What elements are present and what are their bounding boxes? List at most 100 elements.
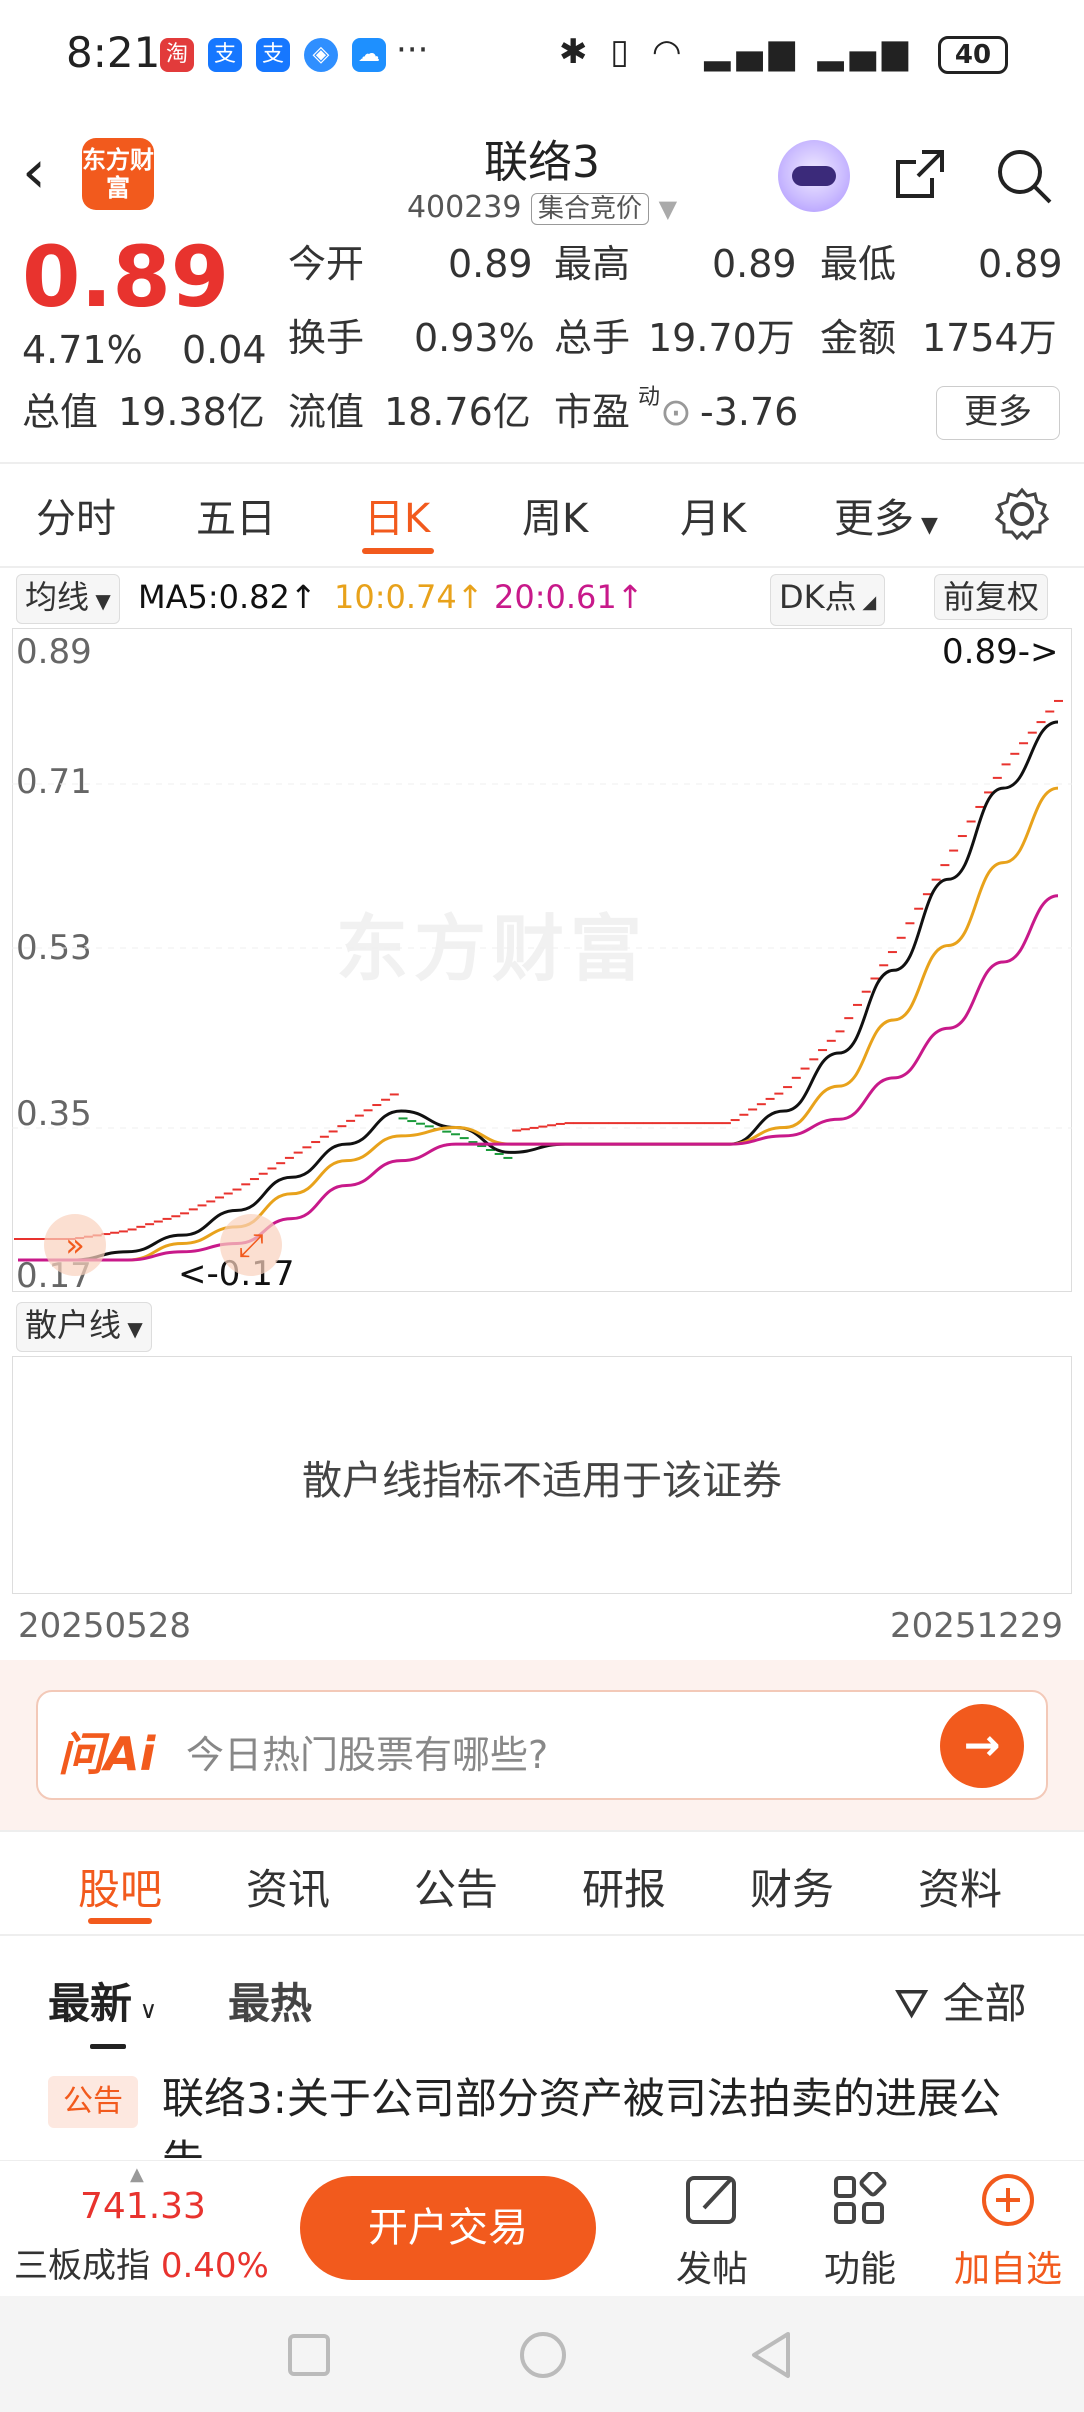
index-value[interactable]: 741.33 bbox=[80, 2186, 206, 2227]
price-tick bbox=[372, 1104, 382, 1107]
price-tick bbox=[940, 864, 950, 867]
price-tick bbox=[573, 1122, 583, 1125]
open-account-trade-button[interactable]: 开户交易 bbox=[300, 2176, 596, 2280]
functions-button[interactable]: 功能 bbox=[800, 2169, 920, 2292]
price-tick bbox=[608, 1122, 618, 1125]
index-name[interactable]: 三板成指 0.40% bbox=[14, 2238, 269, 2287]
expand-icon[interactable]: ⤢ bbox=[220, 1214, 282, 1276]
tab-finance[interactable]: 财务 bbox=[750, 1856, 834, 1917]
post-button[interactable]: 发帖 bbox=[652, 2172, 772, 2292]
tab-announcements[interactable]: 公告 bbox=[414, 1856, 498, 1917]
price-tick bbox=[651, 1122, 661, 1125]
tab-research[interactable]: 研报 bbox=[582, 1856, 666, 1917]
ma10-value: 10:0.74↑ bbox=[334, 578, 484, 616]
price-tick bbox=[721, 1122, 731, 1125]
sort-latest[interactable]: 最新 ∨ bbox=[48, 1970, 157, 2031]
price-tick bbox=[258, 1172, 268, 1175]
tab-more[interactable]: 更多 ▼ bbox=[834, 486, 938, 544]
search-icon[interactable] bbox=[994, 146, 1054, 206]
price-tick bbox=[582, 1122, 592, 1125]
collapse-icon[interactable]: » bbox=[44, 1214, 106, 1276]
feed-item-title[interactable]: 联络3:关于公司部分资产被司法拍卖的进展公告 bbox=[162, 2068, 1042, 2158]
ai-submit-arrow-icon[interactable]: → bbox=[940, 1704, 1024, 1788]
retail-line-selector[interactable]: 散户线 ▼ bbox=[16, 1302, 152, 1352]
active-tab-indicator bbox=[88, 1918, 152, 1924]
gear-icon[interactable] bbox=[994, 486, 1050, 542]
divider bbox=[0, 462, 1084, 464]
stock-code: 400239 bbox=[406, 190, 522, 225]
more-notifications-icon: ··· bbox=[396, 30, 429, 70]
amount-label: 金额 bbox=[820, 316, 897, 360]
price-tick bbox=[765, 1097, 775, 1100]
price-tick bbox=[861, 990, 871, 993]
tab-intraday[interactable]: 分时 bbox=[36, 486, 116, 544]
share-icon[interactable] bbox=[892, 146, 948, 202]
grid-icon bbox=[834, 2169, 887, 2224]
price-tick bbox=[791, 1076, 801, 1079]
float-value: 18.76亿 bbox=[384, 390, 531, 434]
ai-input-placeholder[interactable]: 今日热门股票有哪些? bbox=[186, 1724, 548, 1779]
price-tick bbox=[520, 1128, 530, 1131]
price-tick bbox=[634, 1122, 644, 1125]
price-tick bbox=[293, 1151, 303, 1154]
price-tick bbox=[241, 1183, 251, 1186]
price-tick bbox=[459, 1137, 469, 1140]
price-tick bbox=[529, 1126, 539, 1129]
alipay-icon: 支 bbox=[208, 38, 242, 72]
ma-line-ma10 bbox=[17, 786, 1059, 1262]
price-tick bbox=[118, 1230, 128, 1233]
tab-guba[interactable]: 股吧 bbox=[78, 1856, 162, 1917]
tab-five-day[interactable]: 五日 bbox=[196, 486, 276, 544]
amount-value: 1754万 bbox=[922, 316, 1057, 360]
battery-icon: 40 bbox=[938, 36, 1008, 74]
low-label: 最低 bbox=[820, 242, 897, 286]
plus-circle-icon bbox=[982, 2174, 1034, 2226]
price-tick bbox=[188, 1208, 198, 1211]
browser-icon: ◈ bbox=[304, 38, 338, 72]
price-tick bbox=[302, 1146, 312, 1149]
price-tick bbox=[450, 1133, 460, 1136]
ma5-value: MA5:0.82↑ bbox=[138, 578, 317, 616]
ai-assistant-icon[interactable] bbox=[778, 140, 850, 212]
price-tick bbox=[512, 1129, 522, 1132]
active-tab-indicator bbox=[362, 548, 434, 554]
tab-news[interactable]: 资讯 bbox=[246, 1856, 330, 1917]
price-tick bbox=[748, 1108, 758, 1111]
price-tick bbox=[905, 922, 915, 925]
ma-selector[interactable]: 均线 ▼ bbox=[16, 574, 120, 624]
dk-point-selector[interactable]: DK点 ◢ bbox=[770, 574, 886, 626]
pe-value: -3.76 bbox=[700, 390, 799, 434]
price-tick bbox=[442, 1130, 452, 1133]
price-tick bbox=[249, 1178, 259, 1181]
sort-hot[interactable]: 最热 bbox=[228, 1970, 312, 2031]
price-tick bbox=[22, 1238, 32, 1240]
price-tick bbox=[14, 1238, 23, 1240]
add-watchlist-button[interactable]: 加自选 bbox=[948, 2172, 1068, 2292]
price-tick bbox=[381, 1098, 391, 1101]
price-tick bbox=[145, 1223, 155, 1226]
mktcap-label: 总值 bbox=[22, 390, 99, 434]
turnover-label: 换手 bbox=[288, 316, 365, 360]
tab-daily-k[interactable]: 日K bbox=[364, 486, 430, 544]
recent-apps-icon[interactable] bbox=[286, 2332, 332, 2378]
price-tick bbox=[547, 1124, 557, 1127]
tab-weekly-k[interactable]: 周K bbox=[522, 486, 588, 544]
start-date: 20250528 bbox=[18, 1606, 192, 1646]
home-icon[interactable] bbox=[518, 2330, 568, 2380]
change-percent: 4.71% bbox=[22, 328, 143, 372]
info-icon[interactable]: ⊙ bbox=[660, 390, 692, 434]
more-stats-button[interactable]: 更多 bbox=[936, 386, 1060, 440]
filter-all[interactable]: ⛛ 全部 bbox=[894, 1970, 1027, 2031]
price-tick bbox=[555, 1122, 565, 1125]
price-tick bbox=[599, 1122, 609, 1125]
back-nav-icon[interactable] bbox=[748, 2330, 794, 2380]
tab-profile[interactable]: 资料 bbox=[918, 1856, 1002, 1917]
price-tick bbox=[669, 1122, 679, 1125]
adjust-selector[interactable]: 前复权 bbox=[934, 574, 1049, 620]
price-tick bbox=[870, 977, 880, 980]
tab-monthly-k[interactable]: 月K bbox=[680, 486, 746, 544]
price-tick bbox=[931, 878, 941, 881]
status-bar: 8:21 淘 支 支 ◈ ☁ ··· ✱ ▯ ◠ ▂▄▆ ▂▄▆ 40 bbox=[0, 0, 1084, 110]
end-date: 20251229 bbox=[890, 1606, 1064, 1646]
price-tick bbox=[1036, 721, 1046, 724]
